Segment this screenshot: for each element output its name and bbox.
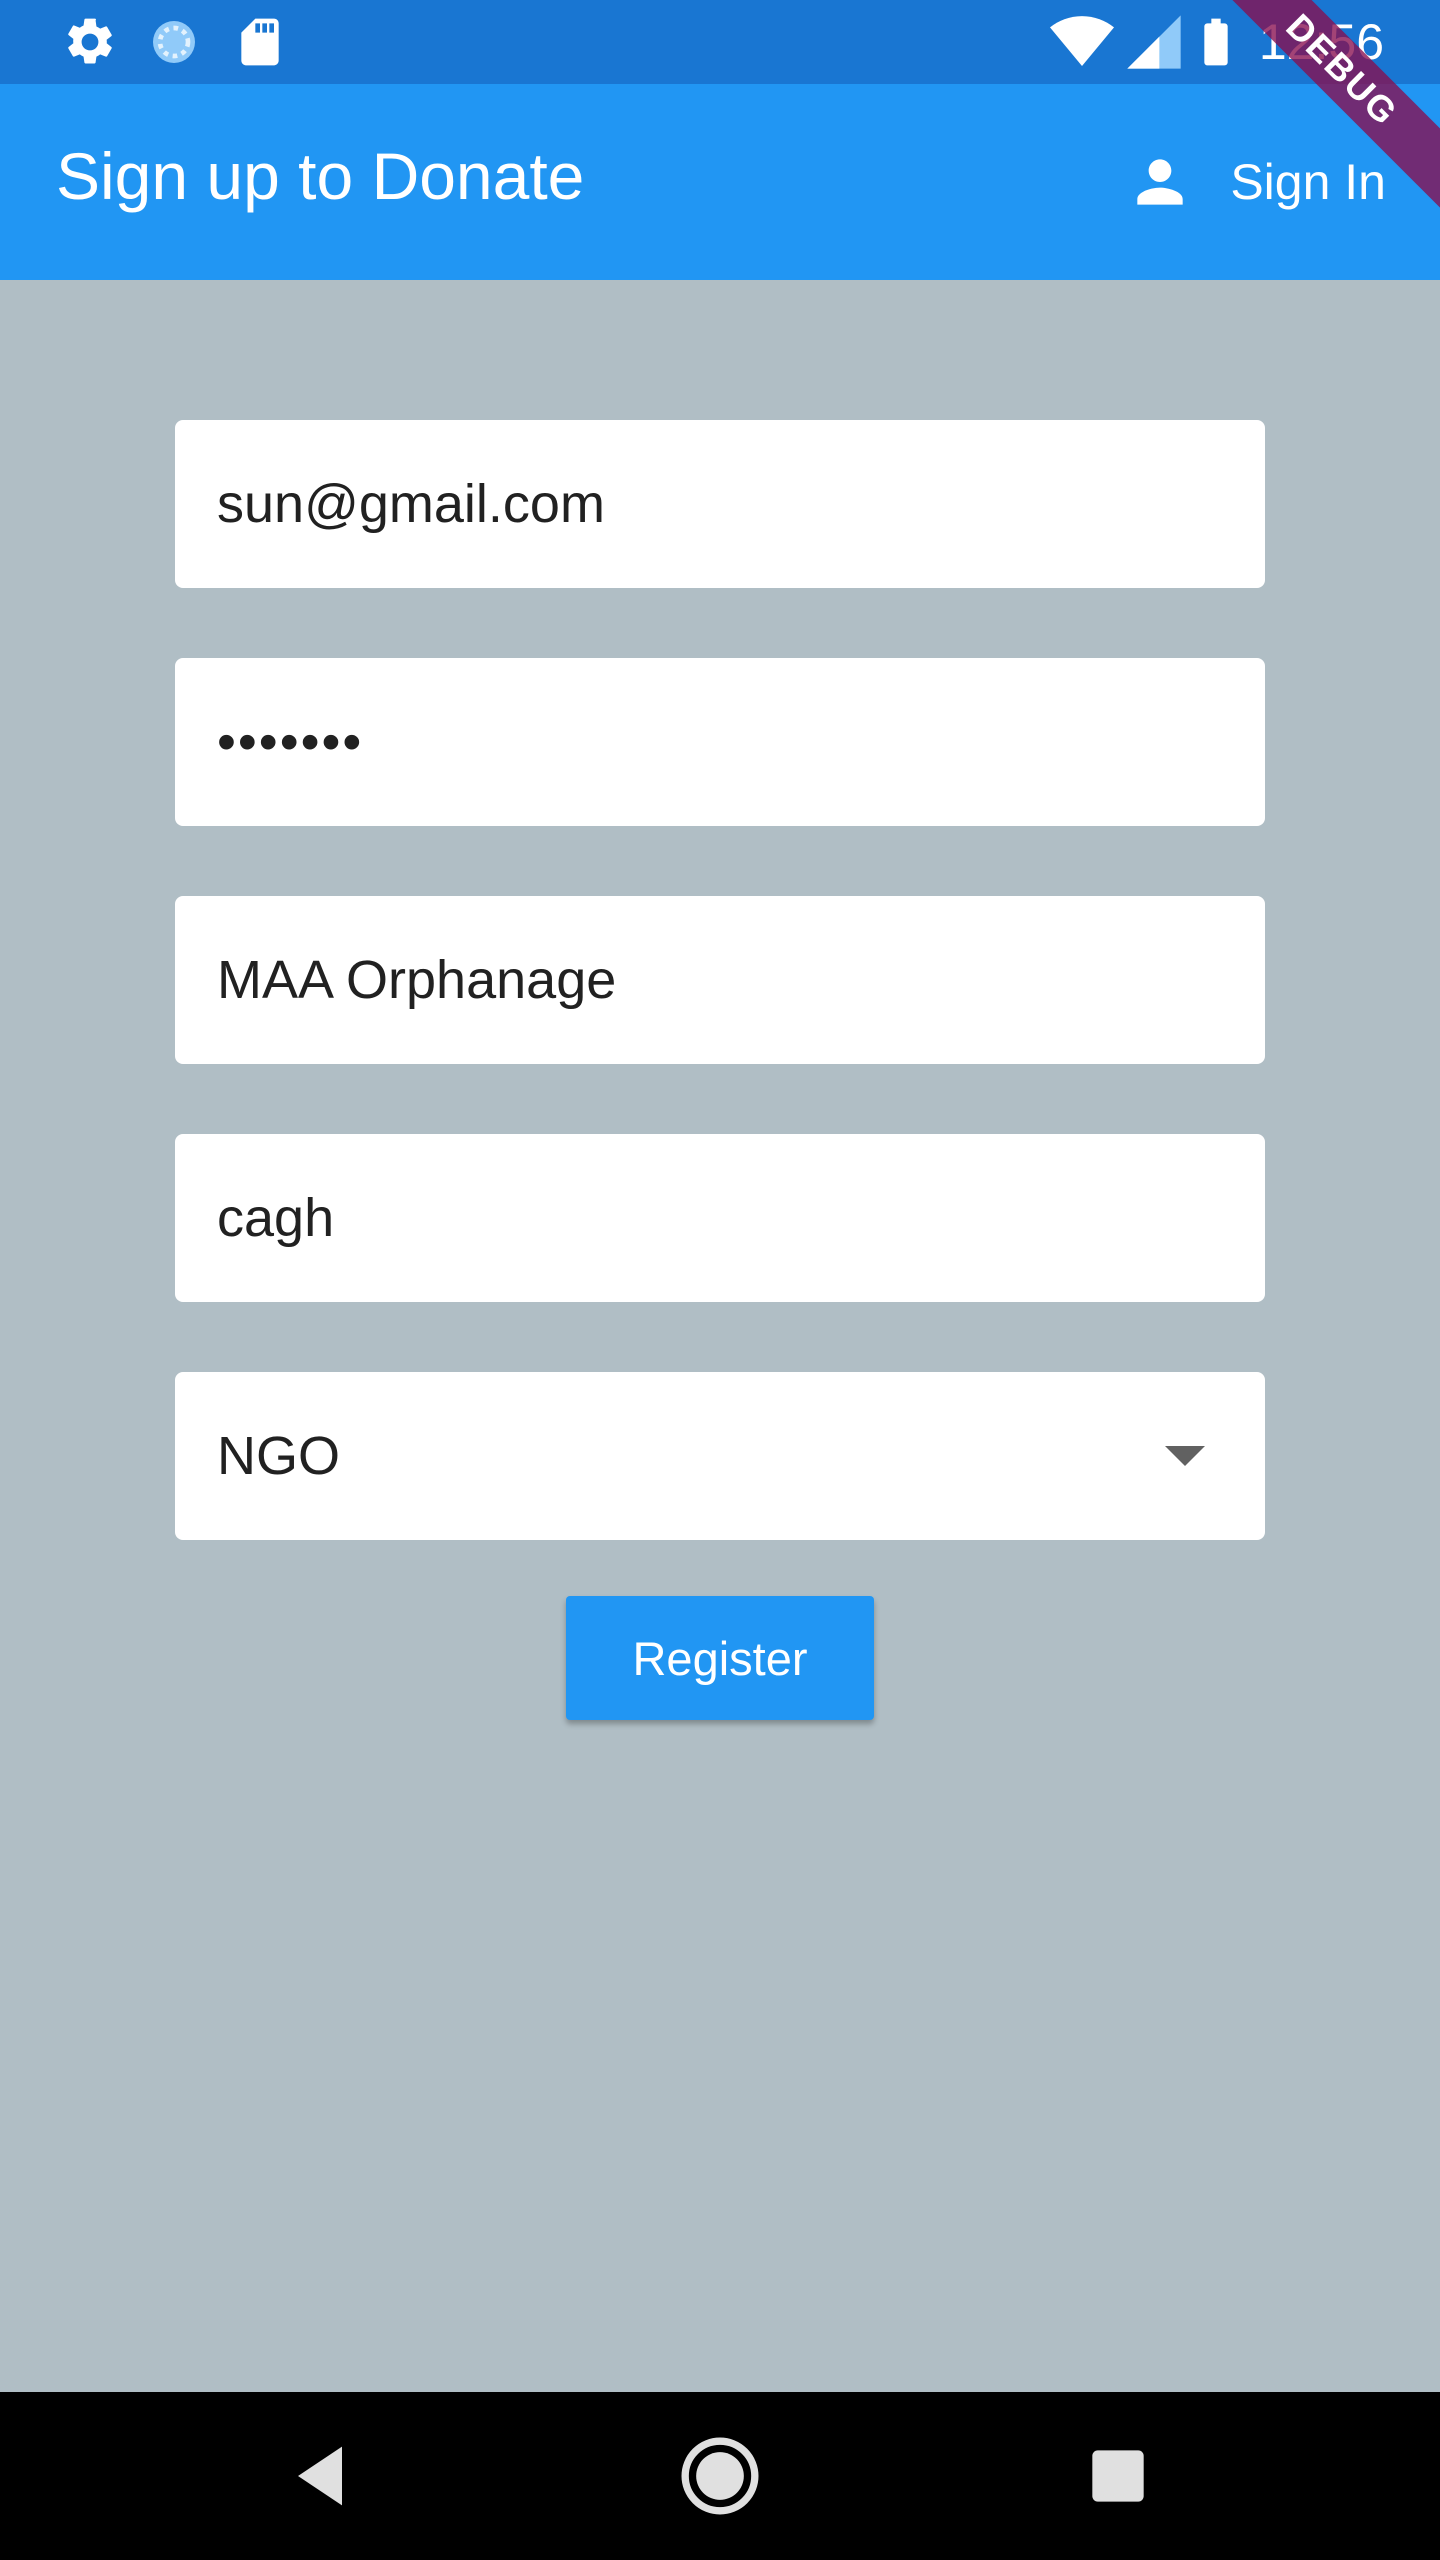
- address-value: cagh: [217, 1188, 335, 1248]
- battery-icon: [1204, 18, 1228, 66]
- sign-in-label: Sign In: [1230, 154, 1386, 210]
- email-value: sun@gmail.com: [217, 474, 605, 534]
- register-label: Register: [632, 1631, 808, 1685]
- password-value: •••••••: [217, 712, 364, 772]
- sd-card-icon: [241, 18, 279, 66]
- password-field[interactable]: •••••••: [175, 658, 1265, 826]
- email-field[interactable]: sun@gmail.com: [175, 420, 1265, 588]
- organization-field[interactable]: MAA Orphanage: [175, 896, 1265, 1064]
- organization-value: MAA Orphanage: [217, 950, 617, 1010]
- type-selected-value: NGO: [217, 1426, 341, 1486]
- dropdown-arrow-icon: [1165, 1446, 1205, 1466]
- home-icon[interactable]: [676, 2432, 764, 2520]
- sign-in-button[interactable]: Sign In: [1126, 146, 1386, 218]
- sync-icon: [153, 21, 195, 63]
- person-icon: [1137, 159, 1183, 205]
- status-time: 12:56: [1258, 14, 1384, 70]
- page-title: Sign up to Donate: [56, 139, 585, 213]
- app-bar: Sign up to Donate Sign In: [0, 84, 1440, 280]
- address-field[interactable]: cagh: [175, 1134, 1265, 1302]
- signal-icon: [1127, 15, 1181, 69]
- register-button[interactable]: Register: [566, 1596, 874, 1720]
- back-icon[interactable]: [276, 2432, 364, 2520]
- navigation-bar: [0, 2392, 1440, 2560]
- type-dropdown[interactable]: NGO: [175, 1372, 1265, 1540]
- wifi-icon: [1050, 16, 1114, 67]
- status-bar: 12:56: [0, 0, 1440, 84]
- settings-icon: [68, 18, 112, 64]
- recents-icon[interactable]: [1074, 2432, 1162, 2520]
